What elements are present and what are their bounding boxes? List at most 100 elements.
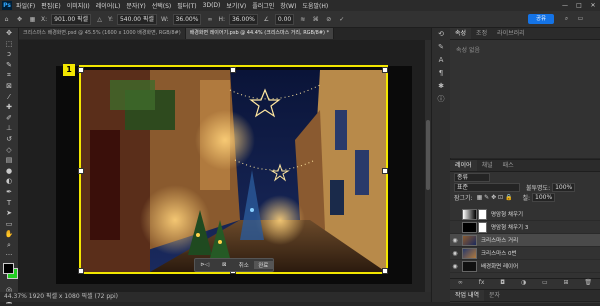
y-field[interactable]: 540.00 픽셀 xyxy=(116,13,157,25)
brush-settings-icon[interactable]: ✎ xyxy=(432,41,450,54)
artboard-frame[interactable] xyxy=(79,65,388,274)
transform-handle-tr[interactable] xyxy=(382,67,388,73)
eye-icon[interactable]: ◉ xyxy=(450,237,460,244)
gradient-tool-icon[interactable]: ▤ xyxy=(0,155,18,166)
x-field[interactable]: 901.00 픽셀 xyxy=(51,13,92,25)
tab-adjustments[interactable]: 조정 xyxy=(471,28,492,39)
menu-image[interactable]: 이미지(I) xyxy=(67,1,90,10)
tab-document-2[interactable]: 배경화면 레이어기.psb @ 44.4% (크리스마스 거리, RGB/8#)… xyxy=(185,28,335,39)
menu-file[interactable]: 파일(F) xyxy=(16,1,35,10)
layer-row[interactable]: 명암형 채우기 3 xyxy=(450,221,600,234)
cancel-transform-icon[interactable]: ⊘ xyxy=(324,15,333,24)
history-brush-icon[interactable]: ↺ xyxy=(0,134,18,145)
warp-icon[interactable]: ⌘ xyxy=(311,15,320,24)
paragraph-icon[interactable]: ¶ xyxy=(432,67,450,80)
lock-icons[interactable]: ▦ ✎ ✥ ⊡ 🔒 xyxy=(477,194,513,201)
h-field[interactable]: 36.00% xyxy=(228,13,258,25)
blend-mode-select[interactable]: 표준 xyxy=(454,183,520,192)
share-button[interactable]: 공유 xyxy=(528,14,554,24)
eye-icon[interactable]: ◉ xyxy=(450,263,460,270)
layer-row-selected[interactable]: ◉ 크리스마스 거리 xyxy=(450,234,600,247)
glyphs-icon[interactable]: ✱ xyxy=(432,80,450,93)
properties-panel: 속성 조정 라이브러리 속성 없음 xyxy=(450,28,600,158)
menu-view[interactable]: 보기(V) xyxy=(226,1,246,10)
eraser-icon[interactable]: ◇ xyxy=(0,145,18,156)
history-icon[interactable]: ⟲ xyxy=(432,28,450,41)
menu-select[interactable]: 선택(S) xyxy=(152,1,172,10)
info-icon[interactable]: ⓘ xyxy=(432,93,450,106)
reference-point-icon[interactable]: ▦ xyxy=(28,15,37,24)
tab-history[interactable]: 작업 내역 xyxy=(450,290,484,301)
menu-edit[interactable]: 편집(E) xyxy=(41,1,61,10)
brush-tool-icon[interactable]: ✐ xyxy=(0,113,18,124)
pen-tool-icon[interactable]: ✒ xyxy=(0,187,18,198)
layer-row[interactable]: ◉ 배경화면 레이어 xyxy=(450,260,600,273)
minimize-icon[interactable]: — xyxy=(558,2,572,9)
commit-transform-icon[interactable]: ✓ xyxy=(337,15,346,24)
menu-plugins[interactable]: 플러그인 xyxy=(252,1,274,10)
cancel-button[interactable]: 취소 xyxy=(234,261,254,269)
character-icon[interactable]: A xyxy=(432,54,450,67)
close-icon[interactable]: ✕ xyxy=(586,2,600,9)
transform-handle-br[interactable] xyxy=(382,268,388,274)
layer-row[interactable]: ◉ 크리스마스 0번 xyxy=(450,247,600,260)
foreground-color-swatch[interactable] xyxy=(3,263,14,275)
transform-handle-tl[interactable] xyxy=(78,67,84,73)
angle-icon: ∠ xyxy=(263,15,270,23)
clone-stamp-icon[interactable]: ⊥ xyxy=(0,123,18,134)
menu-help[interactable]: 도움말(H) xyxy=(302,1,328,10)
interpolation-icon[interactable]: ≋ xyxy=(298,15,307,24)
tab-channels[interactable]: 채널 xyxy=(477,160,498,171)
home-icon[interactable]: ⌂ xyxy=(2,15,11,24)
healing-brush-icon[interactable]: ✚ xyxy=(0,102,18,113)
transform-handle-ml[interactable] xyxy=(78,168,84,174)
opacity-field[interactable]: 100% xyxy=(552,183,576,192)
eyedropper-icon[interactable]: ⁄ xyxy=(0,92,18,103)
tab-properties[interactable]: 속성 xyxy=(450,28,472,39)
scrollbar-thumb[interactable] xyxy=(426,120,430,190)
move-tool-icon[interactable]: ✥ xyxy=(0,28,18,39)
dodge-tool-icon[interactable]: ◐ xyxy=(0,176,18,187)
transform-handle-mr[interactable] xyxy=(382,168,388,174)
search-icon[interactable]: ⌕ xyxy=(562,14,571,23)
menu-window[interactable]: 창(W) xyxy=(280,1,296,10)
blend-row: 표준 불투명도: 100% xyxy=(454,183,596,192)
tab-document-1[interactable]: 크리스마스 배경화면.psd @ 45.5% (1600 x 1000 배경화면… xyxy=(19,28,186,39)
workspace-icon[interactable]: ▭ xyxy=(576,14,585,23)
link-icon[interactable]: ∞ xyxy=(205,15,214,24)
crop-tool-icon[interactable]: ⌗ xyxy=(0,70,18,81)
tab-layers[interactable]: 레이어 xyxy=(450,160,477,171)
layer-row[interactable]: 명암형 채우기 xyxy=(450,208,600,221)
eye-icon[interactable]: ◉ xyxy=(450,250,460,257)
menu-layer[interactable]: 레이어(L) xyxy=(96,1,121,10)
hand-tool-icon[interactable]: ✋ xyxy=(0,229,18,240)
more-tools-icon[interactable]: ··· xyxy=(0,250,18,261)
menu-3d[interactable]: 3D(D) xyxy=(203,2,221,9)
path-select-icon[interactable]: ➤ xyxy=(0,208,18,219)
quick-select-icon[interactable]: ✎ xyxy=(0,60,18,71)
tab-character[interactable]: 문자 xyxy=(484,290,505,301)
menu-filter[interactable]: 필터(T) xyxy=(177,1,196,10)
transform-handle-bl[interactable] xyxy=(78,268,84,274)
layer-filter-select[interactable]: 종류 xyxy=(454,173,490,182)
transform-handle-tc[interactable] xyxy=(230,67,236,73)
w-field[interactable]: 36.00% xyxy=(172,13,202,25)
fill-field[interactable]: 100% xyxy=(532,193,556,202)
move-tool-icon[interactable]: ✥ xyxy=(15,15,24,24)
delta-icon[interactable]: △ xyxy=(95,15,104,24)
zoom-tool-icon[interactable]: ⌕ xyxy=(0,240,18,251)
tab-libraries[interactable]: 라이브러리 xyxy=(492,28,530,39)
maximize-icon[interactable]: □ xyxy=(572,2,586,9)
type-tool-icon[interactable]: T xyxy=(0,198,18,209)
tab-paths[interactable]: 패스 xyxy=(498,160,519,171)
menu-type[interactable]: 문자(Y) xyxy=(126,1,145,10)
frame-tool-icon[interactable]: ⊠ xyxy=(0,81,18,92)
angle-field[interactable]: 0.00 xyxy=(274,13,295,25)
flip-icon[interactable]: ⊳◁ xyxy=(195,262,215,268)
lasso-tool-icon[interactable]: ↄ xyxy=(0,49,18,60)
rectangle-tool-icon[interactable]: ▭ xyxy=(0,219,18,230)
warp-icon[interactable]: ⊠ xyxy=(215,262,235,268)
done-button[interactable]: 완료 xyxy=(253,261,273,269)
marquee-tool-icon[interactable]: ⬚ xyxy=(0,39,18,50)
blur-tool-icon[interactable]: ● xyxy=(0,166,18,177)
